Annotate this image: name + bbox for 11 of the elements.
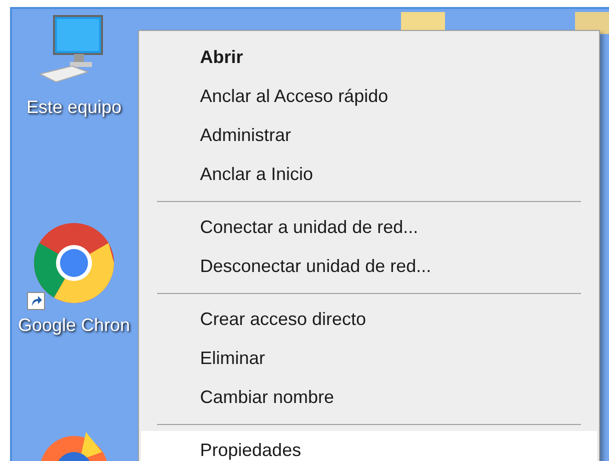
chrome-logo-icon bbox=[33, 222, 115, 304]
menu-item[interactable]: Crear acceso directo bbox=[141, 300, 597, 339]
menu-item[interactable]: Abrir bbox=[141, 38, 597, 77]
menu-item[interactable]: Eliminar bbox=[141, 339, 597, 378]
menu-item[interactable]: Cambiar nombre bbox=[141, 378, 597, 417]
menu-item[interactable]: Desconectar unidad de red... bbox=[141, 247, 597, 286]
menu-item[interactable]: Conectar a unidad de red... bbox=[141, 208, 597, 247]
menu-item[interactable]: Administrar bbox=[141, 116, 597, 155]
menu-item[interactable]: Anclar a Inicio bbox=[141, 155, 597, 194]
menu-item[interactable]: Anclar al Acceso rápido bbox=[141, 77, 597, 116]
menu-item[interactable]: Propiedades bbox=[141, 431, 597, 461]
